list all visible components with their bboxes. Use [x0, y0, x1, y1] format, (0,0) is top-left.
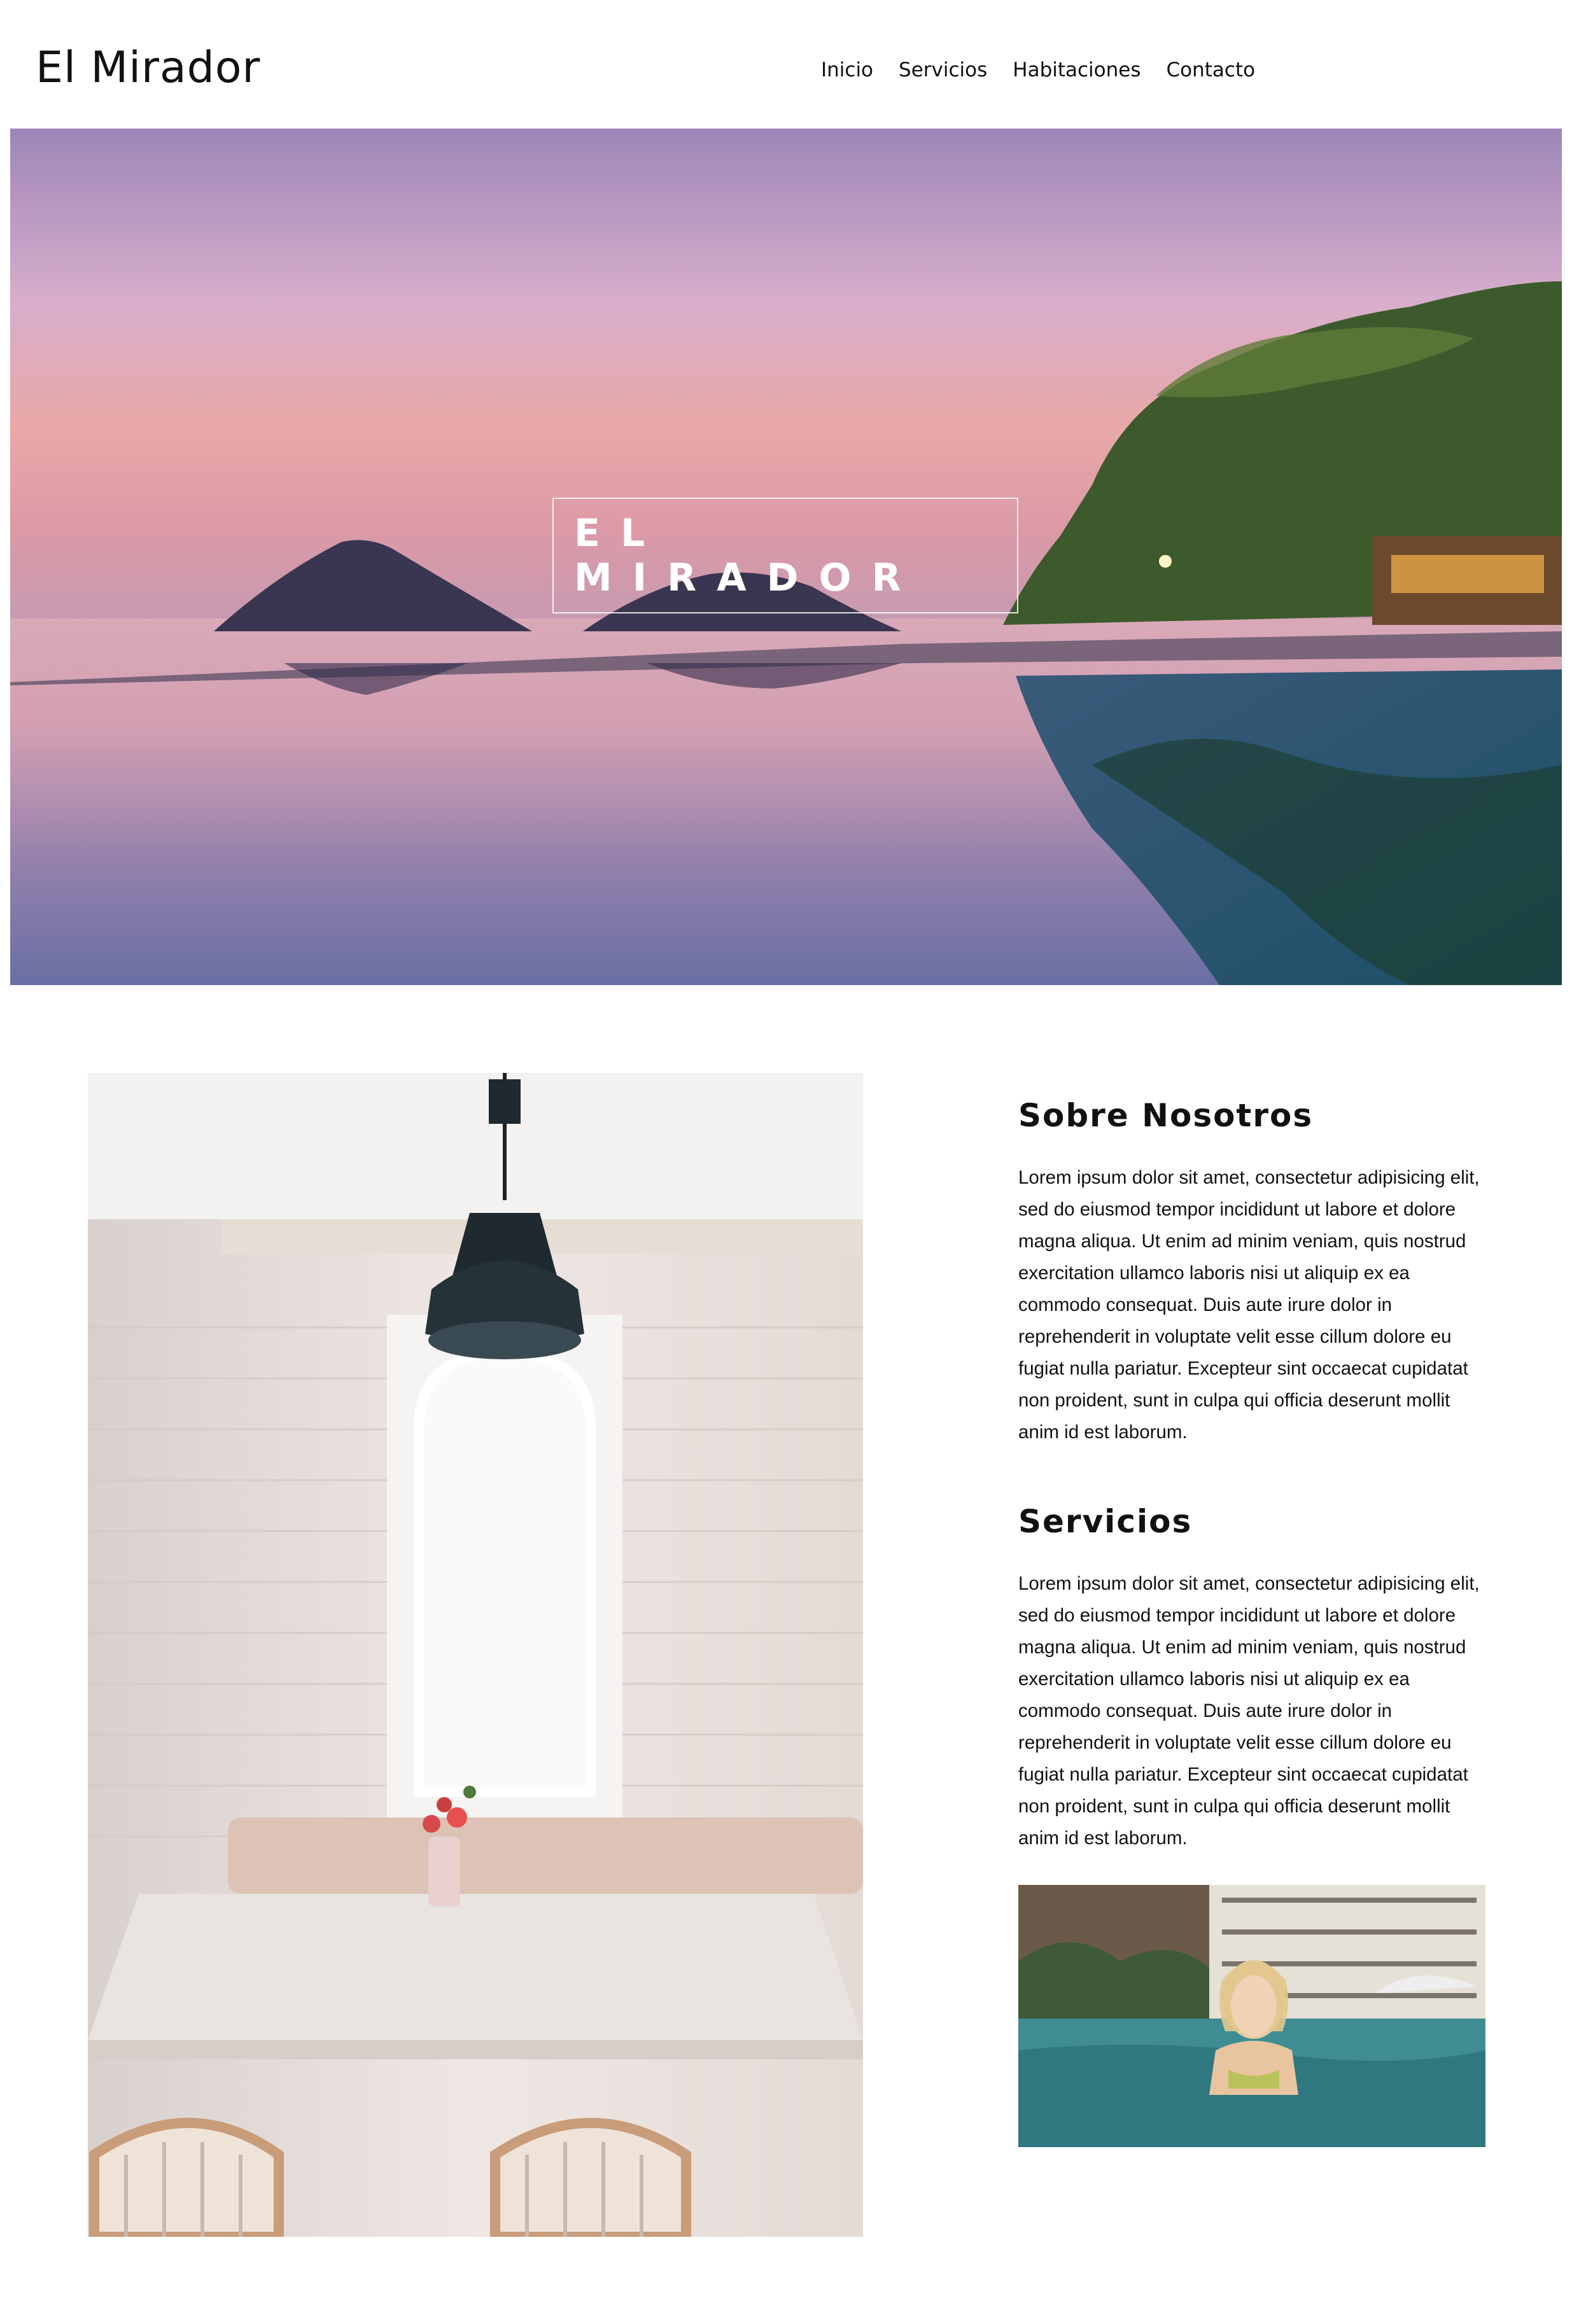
about-title: Sobre Nosotros: [1018, 1097, 1314, 1134]
nav-link-servicios[interactable]: Servicios: [899, 57, 987, 83]
dining-room-photo: [88, 1073, 863, 2237]
room-image: [88, 1073, 863, 2237]
nav-link-habitaciones[interactable]: Habitaciones: [1013, 57, 1140, 83]
about-section: Sobre Nosotros Lorem ipsum dolor sit ame…: [1018, 1095, 1489, 1448]
about-body: Lorem ipsum dolor sit amet, consectetur …: [1018, 1167, 1480, 1443]
pool-image: [1018, 1885, 1485, 2147]
site-header: El Mirador Inicio Servicios Habitaciones…: [0, 0, 1572, 127]
site-logo[interactable]: El Mirador: [36, 42, 260, 94]
nav-link-contacto[interactable]: Contacto: [1167, 57, 1256, 83]
services-body: Lorem ipsum dolor sit amet, consectetur …: [1018, 1573, 1480, 1849]
nav-link-inicio[interactable]: Inicio: [821, 57, 873, 83]
hero-banner: EL MIRADOR: [10, 129, 1562, 985]
services-title: Servicios: [1018, 1503, 1193, 1540]
hotel-pool-woman-photo: [1018, 1885, 1485, 2147]
hero-title: EL MIRADOR: [574, 511, 922, 600]
main-nav: Inicio Servicios Habitaciones Contacto: [821, 57, 1255, 83]
services-section: Servicios Lorem ipsum dolor sit amet, co…: [1018, 1501, 1489, 1854]
hero-title-frame: EL MIRADOR: [552, 498, 1018, 613]
